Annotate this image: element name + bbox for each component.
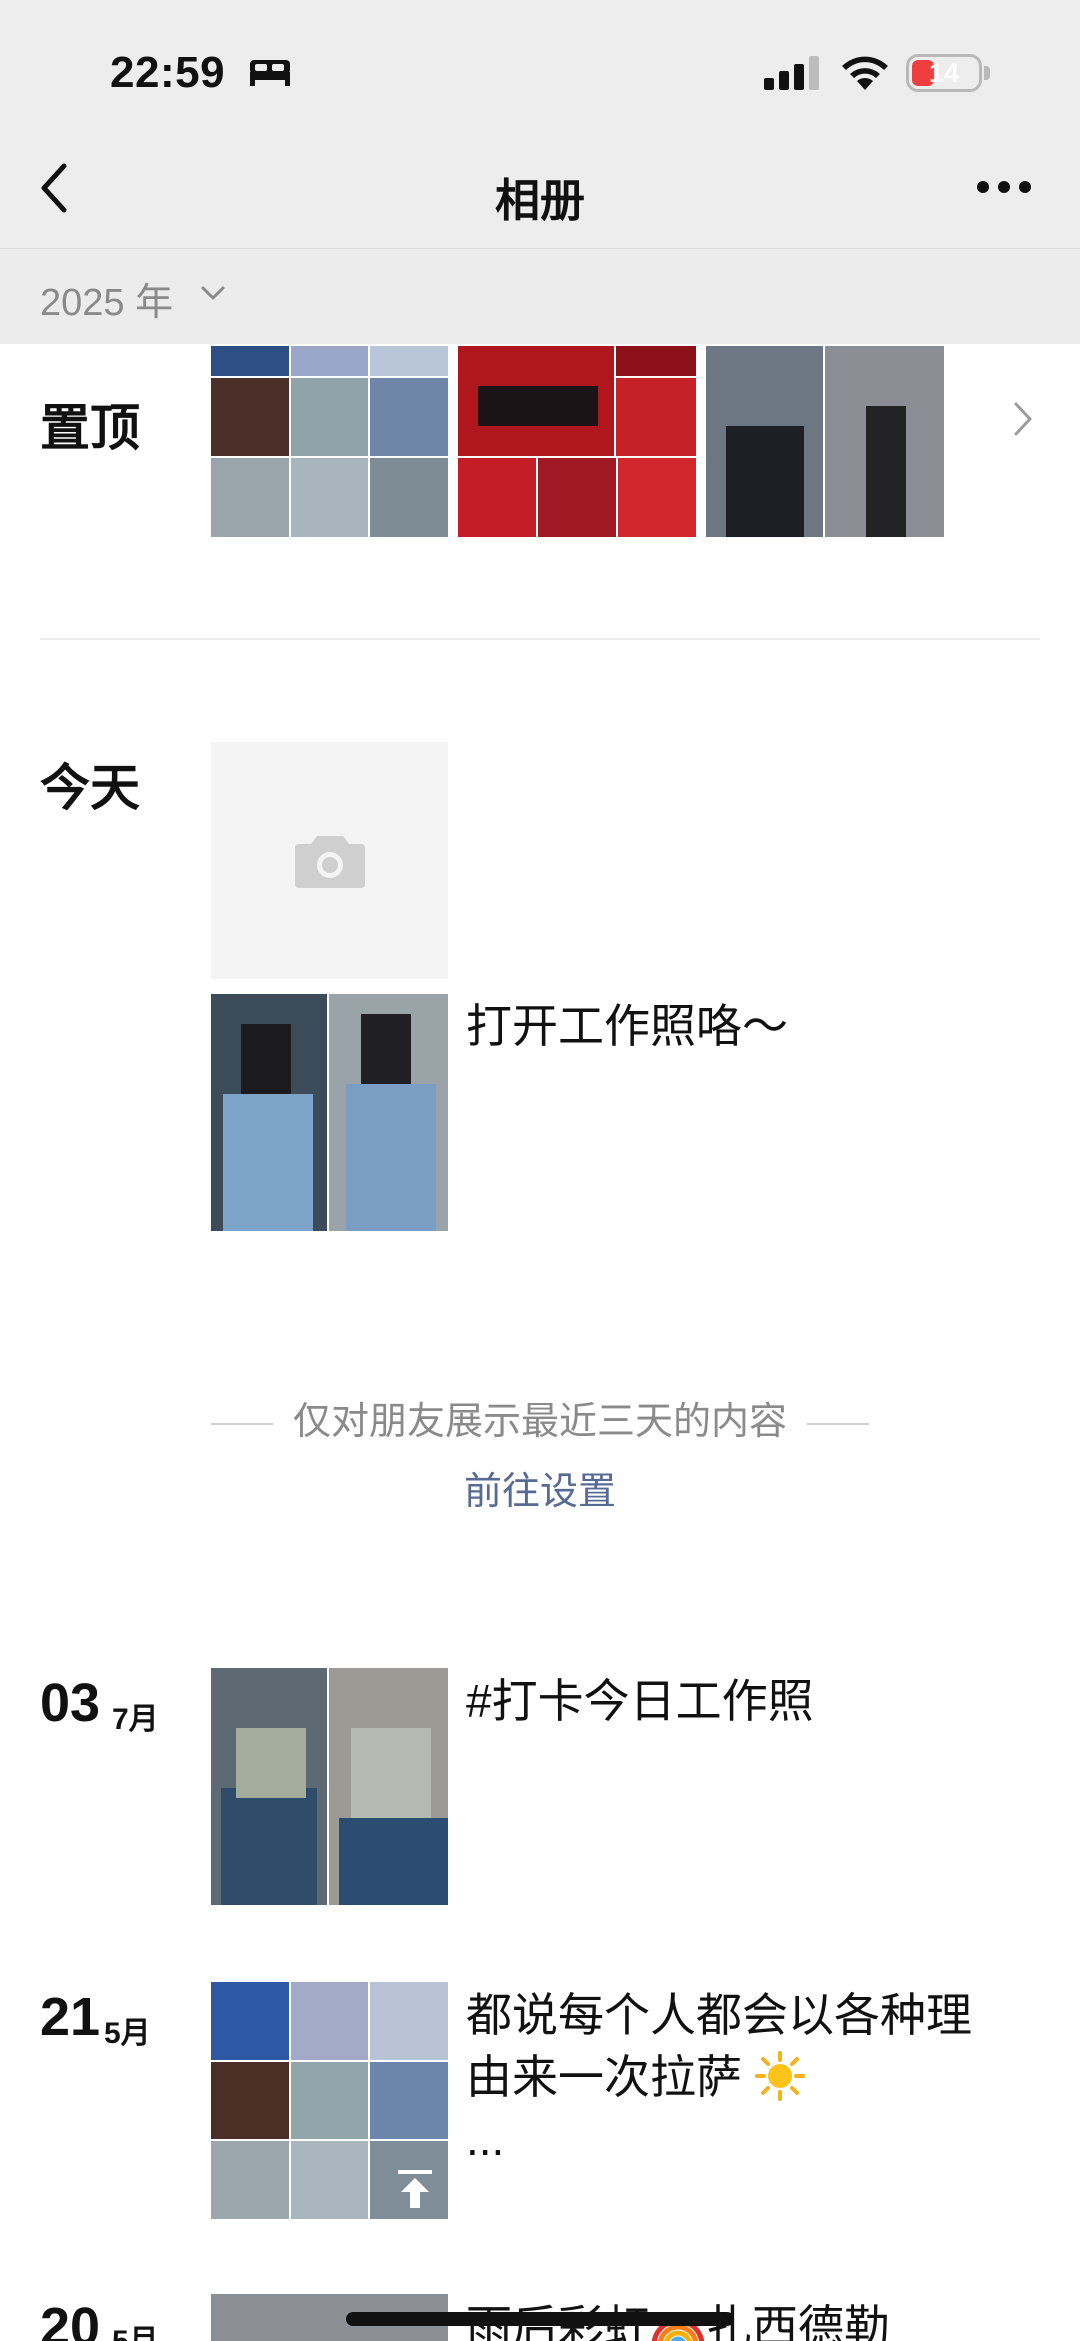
battery-indicator: 14	[906, 54, 982, 92]
battery-tip	[984, 66, 990, 80]
camera-icon	[295, 836, 365, 888]
photo-cell	[211, 2062, 289, 2139]
post-thumbnail[interactable]	[211, 1668, 448, 1905]
status-time: 22:59	[110, 48, 226, 97]
post-day: 03	[40, 1673, 101, 1733]
post-text-fragment: 由来一次拉萨	[466, 2051, 742, 2103]
post-text-line: 都说每个人都会以各种理	[466, 1989, 972, 2041]
wifi-icon	[842, 56, 888, 90]
photo-cell	[291, 2141, 368, 2219]
sleep-focus-icon	[250, 60, 290, 86]
photo-cell	[211, 346, 289, 376]
photo-cell	[866, 406, 906, 537]
photo-cell	[370, 2062, 448, 2139]
photo-cell	[370, 458, 448, 537]
pinned-album-thumbnail[interactable]	[706, 346, 944, 537]
pinned-album-thumbnail[interactable]	[211, 346, 448, 537]
photo-cell	[618, 458, 696, 537]
chevron-right-icon[interactable]	[1012, 400, 1034, 438]
photo-cell	[346, 1084, 436, 1231]
cellular-signal-icon	[764, 56, 819, 90]
photo-cell	[211, 2141, 289, 2219]
sun-emoji-icon	[754, 2051, 805, 2101]
photo-cell	[370, 1982, 448, 2060]
post-text-line: 由来一次拉萨	[466, 2046, 1026, 2108]
divider	[807, 1422, 869, 1425]
visibility-notice: 仅对朋友展示最近三天的内容	[0, 1390, 1080, 1445]
photo-cell	[616, 378, 696, 456]
more-icon[interactable]	[976, 180, 1032, 194]
post-text[interactable]: 都说每个人都会以各种理 由来一次拉萨 ...	[466, 1984, 1026, 2170]
photo-cell	[351, 1728, 431, 1818]
photo-cell	[370, 378, 448, 456]
photo-cell	[478, 386, 598, 426]
photo-cell	[221, 1788, 317, 1905]
post-month: 7月	[112, 1703, 159, 1736]
photo-cell	[291, 458, 368, 537]
photo-cell	[223, 1094, 313, 1231]
post-month: 5月	[104, 2017, 151, 2050]
post-day: 21	[40, 1987, 101, 2047]
pinned-album-thumbnail[interactable]	[458, 346, 696, 537]
post-text[interactable]: 打开工作照咯～	[466, 995, 1026, 1057]
photo-cell	[236, 1728, 306, 1798]
photo-cell	[211, 458, 289, 537]
photo-cell	[616, 346, 696, 376]
today-label: 今天	[40, 760, 140, 816]
go-to-settings-link[interactable]: 前往设置	[0, 1460, 1080, 1515]
post-text-more: ...	[466, 2113, 505, 2165]
page-title: 相册	[494, 175, 585, 226]
photo-cell	[361, 1014, 411, 1084]
year-filter[interactable]: 2025 年	[0, 248, 1080, 344]
post-thumbnail[interactable]	[211, 994, 448, 1231]
post-month: 5月	[112, 2316, 159, 2341]
year-filter-label: 2025 年	[40, 282, 174, 324]
home-indicator[interactable]	[346, 2312, 734, 2326]
photo-cell	[291, 2062, 368, 2139]
visibility-notice-text: 仅对朋友展示最近三天的内容	[292, 1401, 787, 1443]
upload-icon	[398, 2170, 432, 2208]
top-bar: 22:59 14 相册	[0, 0, 1080, 250]
photo-cell	[726, 426, 804, 537]
post-day: 20	[40, 2297, 101, 2341]
photo-cell	[291, 378, 368, 456]
divider	[210, 1422, 273, 1425]
pinned-label: 置顶	[40, 400, 140, 456]
photo-cell	[241, 1024, 291, 1094]
photo-cell	[211, 378, 289, 456]
battery-percent: 14	[928, 58, 960, 88]
photo-cell	[291, 1982, 368, 2060]
photo-cell	[339, 1818, 448, 1905]
divider	[40, 638, 1040, 640]
new-post-button[interactable]	[211, 742, 448, 979]
chevron-down-icon	[201, 286, 225, 300]
photo-cell	[458, 458, 536, 537]
photo-cell	[370, 346, 448, 376]
post-text[interactable]: #打卡今日工作照	[466, 1670, 1026, 1732]
photo-cell	[291, 346, 368, 376]
photo-cell	[538, 458, 616, 537]
photo-cell	[211, 1982, 289, 2060]
